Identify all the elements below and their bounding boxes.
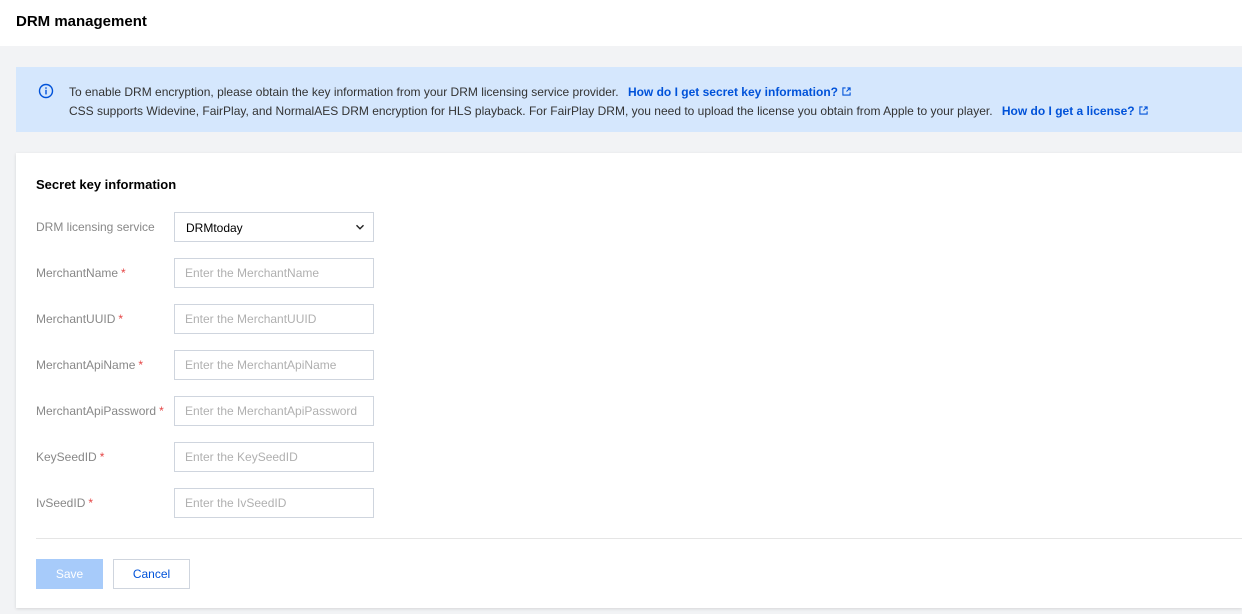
required-mark: *: [159, 404, 164, 418]
form-row-merchant-api-name: MerchantApiName *: [36, 350, 436, 380]
form-row-key-seed-id: KeySeedID *: [36, 442, 436, 472]
required-mark: *: [121, 266, 126, 280]
info-notice-banner: To enable DRM encryption, please obtain …: [16, 67, 1242, 132]
merchant-api-name-label: MerchantApiName *: [36, 358, 143, 372]
notice-line-1: To enable DRM encryption, please obtain …: [69, 85, 851, 99]
section-title: Secret key information: [36, 177, 177, 192]
drm-service-selected-value: DRMtoday: [186, 221, 243, 235]
save-button[interactable]: Save: [36, 559, 103, 589]
required-mark: *: [138, 358, 144, 372]
chevron-down-icon: [356, 224, 364, 230]
notice-text-1: To enable DRM encryption, please obtain …: [69, 85, 619, 99]
secret-key-help-link[interactable]: How do I get secret key information?: [628, 85, 851, 99]
iv-seed-id-label: IvSeedID *: [36, 496, 93, 510]
key-seed-id-label-text: KeySeedID: [36, 450, 97, 464]
license-help-link-label: How do I get a license?: [1001, 104, 1135, 118]
merchant-api-name-label-text: MerchantApiName: [36, 358, 136, 372]
external-link-icon: [1138, 106, 1148, 115]
key-seed-id-label: KeySeedID *: [36, 450, 104, 464]
secret-key-form-card: Secret key information DRM licensing ser…: [16, 153, 1242, 608]
merchant-uuid-label-text: MerchantUUID: [36, 312, 116, 326]
top-header-bar: DRM management: [0, 0, 1242, 46]
merchant-uuid-input[interactable]: [174, 304, 374, 334]
notice-text-2: CSS supports Widevine, FairPlay, and Nor…: [69, 104, 993, 118]
form-divider: [36, 538, 1242, 539]
iv-seed-id-label-text: IvSeedID: [36, 496, 86, 510]
merchant-api-name-input[interactable]: [174, 350, 374, 380]
key-seed-id-input[interactable]: [174, 442, 374, 472]
info-circle-icon: [38, 83, 54, 99]
external-link-icon: [842, 87, 851, 96]
required-mark: *: [88, 496, 94, 510]
drm-service-label: DRM licensing service: [36, 220, 155, 234]
merchant-api-password-input[interactable]: [174, 396, 374, 426]
merchant-name-input[interactable]: [174, 258, 374, 288]
merchant-api-password-label: MerchantApiPassword *: [36, 404, 164, 418]
cancel-button[interactable]: Cancel: [113, 559, 190, 589]
form-row-merchant-api-password: MerchantApiPassword *: [36, 396, 436, 426]
iv-seed-id-input[interactable]: [174, 488, 374, 518]
form-row-merchant-name: MerchantName *: [36, 258, 436, 288]
form-row-iv-seed-id: IvSeedID *: [36, 488, 436, 518]
required-mark: *: [118, 312, 124, 326]
page-title: DRM management: [16, 13, 147, 30]
secret-key-help-link-label: How do I get secret key information?: [627, 85, 838, 99]
drm-service-select[interactable]: DRMtoday: [174, 212, 374, 242]
required-mark: *: [99, 450, 105, 464]
merchant-name-label: MerchantName *: [36, 266, 126, 280]
notice-line-2: CSS supports Widevine, FairPlay, and Nor…: [69, 104, 1148, 118]
form-row-merchant-uuid: MerchantUUID *: [36, 304, 436, 334]
merchant-api-password-label-text: MerchantApiPassword: [36, 404, 157, 418]
form-row-drm-service: DRM licensing service DRMtoday: [36, 212, 436, 242]
merchant-name-label-text: MerchantName: [36, 266, 119, 280]
merchant-uuid-label: MerchantUUID *: [36, 312, 123, 326]
license-help-link[interactable]: How do I get a license?: [1002, 104, 1148, 118]
